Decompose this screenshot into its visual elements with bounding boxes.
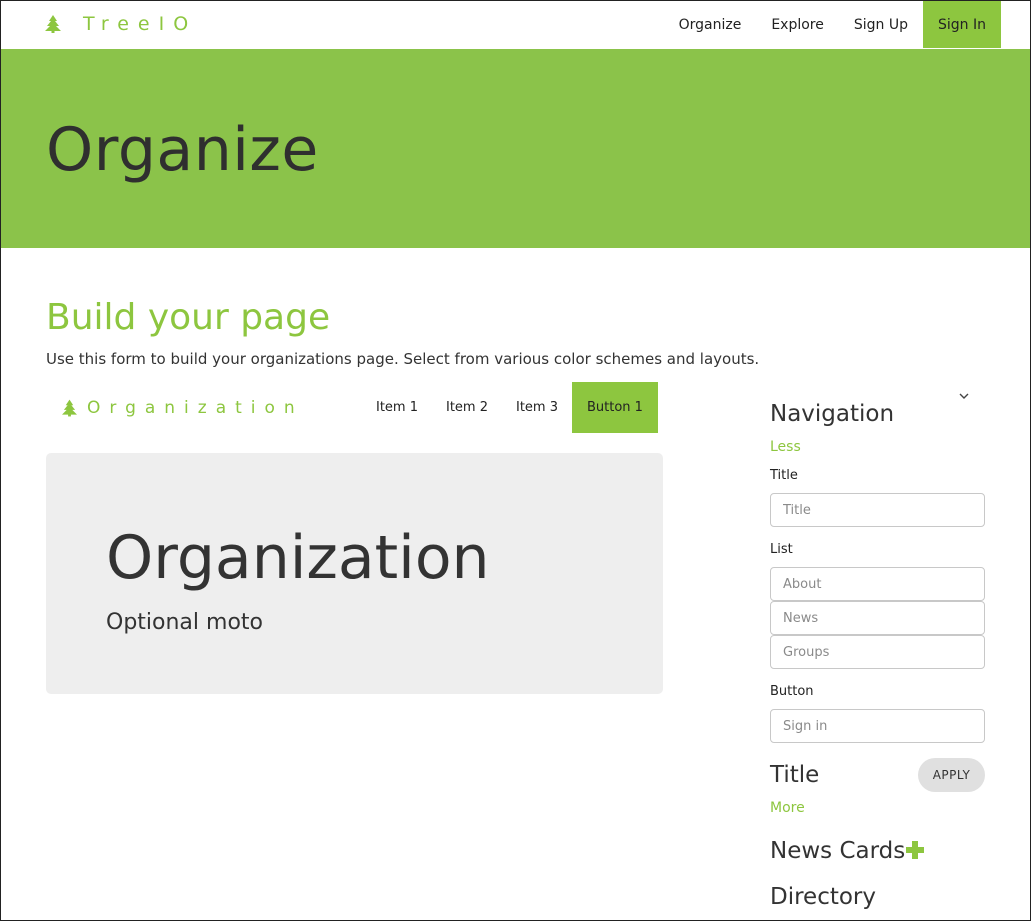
preview-brand-name: Organization	[87, 398, 304, 418]
preview-hero-card: Organization Optional moto	[46, 453, 663, 694]
title-label: Title	[770, 468, 798, 483]
news-cards-label: News Cards	[770, 838, 906, 864]
preview-nav-button[interactable]: Button 1	[572, 382, 658, 433]
list-input-news[interactable]	[770, 601, 985, 635]
directory-heading: Directory	[770, 884, 877, 910]
section-description: Use this form to build your organization…	[46, 350, 760, 368]
brand-logo[interactable]: TreeIO	[45, 13, 197, 35]
preview-nav-item-1[interactable]: Item 1	[362, 382, 432, 433]
title-input[interactable]	[770, 493, 985, 527]
page-title: Organize	[46, 115, 319, 185]
nav-link-explore[interactable]: Explore	[756, 1, 839, 48]
list-label: List	[770, 542, 793, 557]
list-input-about[interactable]	[770, 567, 985, 601]
more-link[interactable]: More	[770, 800, 805, 816]
section-title: Build your page	[46, 297, 331, 338]
button-text-input[interactable]	[770, 709, 985, 743]
hero-banner: Organize	[1, 49, 1030, 248]
tree-icon	[62, 399, 77, 417]
preview-nav-item-3[interactable]: Item 3	[502, 382, 572, 433]
preview-title: Organization	[106, 523, 490, 593]
title-heading: Title	[770, 762, 820, 788]
plus-icon[interactable]	[906, 841, 925, 859]
chevron-down-icon[interactable]	[959, 389, 969, 404]
apply-button[interactable]: APPLY	[918, 758, 985, 792]
nav-link-organize[interactable]: Organize	[664, 1, 757, 48]
preview-nav-item-2[interactable]: Item 2	[432, 382, 502, 433]
button-label: Button	[770, 684, 814, 699]
less-link[interactable]: Less	[770, 439, 801, 455]
preview-nav: Item 1 Item 2 Item 3 Button 1	[362, 382, 658, 433]
preview-moto: Optional moto	[106, 610, 263, 635]
navigation-heading: Navigation	[770, 401, 895, 427]
top-navbar: TreeIO Organize Explore Sign Up Sign In	[1, 1, 1030, 49]
signin-button[interactable]: Sign In	[923, 1, 1001, 48]
nav-link-signup[interactable]: Sign Up	[839, 1, 923, 48]
list-input-groups[interactable]	[770, 635, 985, 669]
preview-brand: Organization	[62, 398, 304, 418]
tree-icon	[45, 15, 61, 33]
nav-links: Organize Explore Sign Up Sign In	[664, 1, 1001, 48]
news-cards-heading: News Cards	[770, 838, 925, 864]
brand-name: TreeIO	[83, 13, 198, 35]
